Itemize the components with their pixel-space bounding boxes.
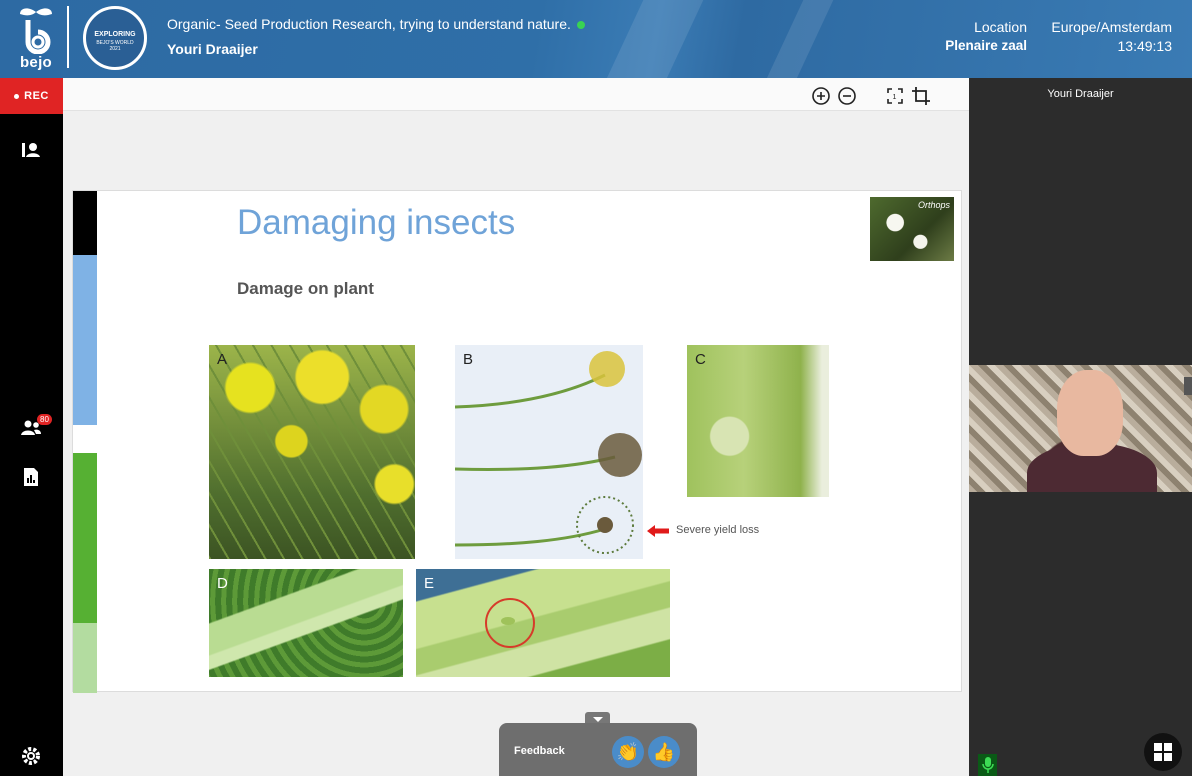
corner-caption: Orthops [917,200,950,210]
badge-line3: 2021 [109,46,121,52]
settings-icon[interactable] [19,744,43,768]
current-time: 13:49:13 [1117,38,1173,54]
fit-screen-icon[interactable]: 1 [885,86,905,106]
location-value: Plenaire zaal [945,38,1027,53]
panel-expand-tab[interactable] [1184,377,1192,395]
clap-icon[interactable]: 👏 [612,736,644,768]
timezone-label: Europe/Amsterdam [1051,19,1172,35]
left-sidebar: REC 80 [0,78,63,776]
photo-c: C [687,345,829,497]
participant-name: Youri Draaijer [1047,88,1114,100]
crop-icon[interactable] [911,86,931,106]
orthops-insect-photo: Orthops [870,197,954,261]
photo-c-label: C [695,351,706,368]
header-bar: bejo EXPLORING BEJO'S WORLD 2021 Organic… [0,0,1192,78]
photo-e: E [416,569,670,677]
bejo-logo[interactable]: bejo [14,4,58,72]
photo-d: D [209,569,403,677]
zoom-in-icon[interactable] [811,86,831,106]
presenter-icon[interactable] [19,138,43,162]
rec-dot-icon [14,93,20,99]
slide-accent-blue [73,255,97,425]
exploring-badge: EXPLORING BEJO'S WORLD 2021 [83,6,147,70]
slide-toolbar: 1 [63,78,969,111]
report-icon[interactable] [19,465,43,489]
bejo-leaf-icon [20,8,52,55]
feedback-label: Feedback [514,745,565,757]
svg-text:1: 1 [893,94,897,101]
location-label: Location [974,19,1027,35]
participants-panel: Youri Draaijer [969,78,1192,776]
presentation-area: 1 Damaging insects Damage on plant Ortho… [63,78,969,776]
layout-grid-button[interactable] [1144,733,1182,771]
feedback-panel: Feedback 👏 👍 [499,723,697,776]
slide-accent-green [73,453,97,623]
header-decoration [587,0,713,78]
slide-title: Damaging insects [237,203,516,242]
bejo-logo-text: bejo [19,54,53,71]
yield-loss-annotation: Severe yield loss [676,524,760,536]
rec-indicator[interactable]: REC [0,78,63,114]
header-decoration [747,0,843,78]
photo-d-label: D [217,575,228,592]
photo-a-label: A [217,351,228,368]
logo-divider [67,6,69,68]
slide-accent-light-green [73,623,97,693]
grid-icon [1154,743,1172,761]
photo-a: A [209,345,415,559]
microphone-icon[interactable] [978,754,997,776]
red-arrow-icon [647,525,669,537]
attendee-count-badge: 80 [37,414,52,425]
photo-b: B [455,345,643,559]
badge-line1: EXPLORING [94,31,136,38]
video-person-face [1057,370,1123,456]
photo-b-label: B [463,351,474,368]
presentation-slide: Damaging insects Damage on plant Orthops… [72,190,962,693]
presenter-name: Youri Draaijer [167,41,258,57]
slide-accent-white [73,425,97,453]
slide-accent-black [73,191,97,255]
session-title: Organic- Seed Production Research, tryin… [167,16,585,32]
presenter-video[interactable] [969,365,1192,492]
live-status-dot [576,21,585,30]
zoom-out-icon[interactable] [837,86,857,106]
session-title-text: Organic- Seed Production Research, tryin… [167,16,571,32]
slide-subtitle: Damage on plant [237,279,374,298]
thumbs-up-icon[interactable]: 👍 [648,736,680,768]
rec-label: REC [24,90,49,102]
